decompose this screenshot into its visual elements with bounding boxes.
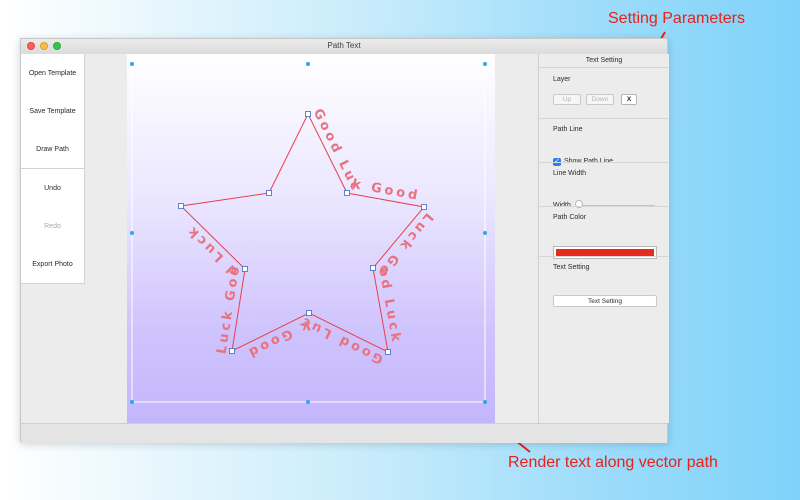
selection-handle[interactable] — [130, 231, 134, 235]
path-line-section-title: Path Line — [553, 126, 583, 133]
canvas-drawing: Good Luck Good Luck Good Luck Good Luck … — [130, 62, 487, 404]
selection-handle[interactable] — [306, 400, 310, 404]
path-node-handle[interactable] — [344, 190, 350, 196]
path-node-handle[interactable] — [229, 348, 235, 354]
selection-handle[interactable] — [130, 62, 134, 66]
sidebar: Open Template Save Template Draw Path Un… — [21, 54, 86, 423]
path-text: Good Luck Good Luck Good Luck Good Luck … — [184, 106, 436, 366]
path-node-handle[interactable] — [178, 203, 184, 209]
text-setting-section-title: Text Setting — [553, 264, 590, 271]
path-node-handle[interactable] — [306, 310, 312, 316]
selection-handle[interactable] — [483, 62, 487, 66]
line-width-section-title: Line Width — [553, 170, 587, 177]
panel-header: Text Setting — [585, 57, 623, 64]
path-node-handle[interactable] — [266, 190, 272, 196]
selection-handle[interactable] — [483, 231, 487, 235]
export-photo-button[interactable]: Export Photo — [21, 245, 85, 284]
selection-handle[interactable] — [306, 62, 310, 66]
layer-remove-button[interactable]: X — [621, 94, 637, 105]
path-node-handle[interactable] — [305, 111, 311, 117]
settings-panel: Text Setting Layer Up Down X Path Line ✓… — [538, 54, 669, 423]
status-bar — [21, 423, 667, 443]
path-node-handle[interactable] — [421, 204, 427, 210]
title-bar: Path Text — [21, 39, 667, 55]
path-node-handle[interactable] — [385, 349, 391, 355]
app-window: Path Text Open Template Save Template Dr… — [20, 38, 669, 443]
draw-path-button[interactable]: Draw Path — [21, 130, 85, 169]
path-color-swatch — [556, 249, 654, 256]
window-title: Path Text — [327, 41, 361, 50]
layer-section-title: Layer — [553, 76, 571, 83]
path-node-handle[interactable] — [242, 266, 248, 272]
selection-handle[interactable] — [483, 400, 487, 404]
layer-down-button[interactable]: Down — [586, 94, 614, 105]
selection-handle[interactable] — [130, 400, 134, 404]
redo-button[interactable]: Redo — [21, 207, 85, 246]
undo-button[interactable]: Undo — [21, 169, 85, 208]
path-color-well[interactable] — [553, 246, 657, 259]
text-setting-button[interactable]: Text Setting — [553, 295, 657, 307]
layer-up-button[interactable]: Up — [553, 94, 581, 105]
open-template-button[interactable]: Open Template — [21, 54, 85, 93]
path-node-handle[interactable] — [370, 265, 376, 271]
save-template-button[interactable]: Save Template — [21, 92, 85, 131]
canvas-area: Good Luck Good Luck Good Luck Good Luck … — [85, 54, 538, 423]
path-color-section-title: Path Color — [553, 214, 587, 221]
path-text-content: Good Luck Good Luck Good Luck Good Luck … — [184, 106, 433, 366]
